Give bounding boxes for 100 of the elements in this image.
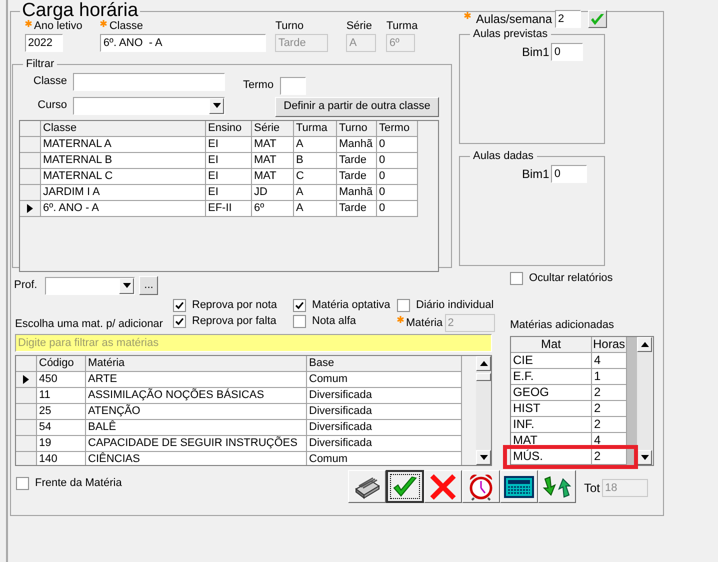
filter-field[interactable]: Digite para filtrar as matérias xyxy=(15,334,492,352)
checkbox-label: Nota alfa xyxy=(312,314,356,329)
text-field[interactable]: 2022 xyxy=(25,34,63,52)
down-arrow-icon xyxy=(480,455,488,460)
dropdown-field[interactable] xyxy=(45,276,136,294)
table-cell: EF-II xyxy=(206,200,252,216)
scroll-thumb[interactable] xyxy=(476,373,491,381)
table-cell: E.F. xyxy=(511,368,592,384)
table-cell: CIE xyxy=(511,352,592,368)
table-cell: B xyxy=(294,152,337,168)
group-title: Aulas previstas xyxy=(472,27,549,42)
table-cell: ASSIMILAÇÃO NOÇÕES BÁSICAS xyxy=(86,388,307,404)
table-cell: Tarde xyxy=(337,152,377,168)
table-cell: 2 xyxy=(592,448,627,464)
scroll-down-button[interactable] xyxy=(476,450,491,465)
text-field[interactable] xyxy=(73,72,225,90)
swap-arrows-icon xyxy=(542,474,572,498)
scrollbar[interactable] xyxy=(476,356,491,465)
table-cell: 0 xyxy=(377,200,418,216)
checkbox[interactable] xyxy=(293,298,306,312)
table-cell: Diversificada xyxy=(307,436,462,452)
field-label: Turno xyxy=(275,18,304,34)
scroll-up-button[interactable] xyxy=(476,356,491,371)
text-field[interactable]: 6º. ANO - A xyxy=(100,34,266,52)
field-label: Aulas/semana xyxy=(476,11,552,28)
checkbox[interactable] xyxy=(397,298,410,312)
table-cell: MATERNAL A xyxy=(41,136,206,152)
apply-button[interactable] xyxy=(588,10,607,28)
field-label: Série xyxy=(346,18,372,34)
table-cell: 4 xyxy=(592,352,627,368)
checkbox[interactable] xyxy=(16,476,29,490)
column-header[interactable]: Termo xyxy=(377,120,418,136)
row-header[interactable] xyxy=(20,200,41,216)
up-arrow-icon xyxy=(480,361,488,366)
table-cell: ARTE xyxy=(86,372,307,388)
browse-button[interactable]: ... xyxy=(139,276,158,295)
row-pointer-icon xyxy=(27,204,33,212)
table-cell: CAPACIDADE DE SEGUIR INSTRUÇÕES xyxy=(86,436,307,452)
table-cell: 450 xyxy=(37,372,86,388)
checkbox-label: Ocultar relatórios xyxy=(529,270,613,286)
table-cell: JARDIM I A xyxy=(41,184,206,200)
scroll-down-button[interactable] xyxy=(637,450,652,464)
field-label: Classe xyxy=(32,74,67,90)
checkbox[interactable] xyxy=(173,314,186,328)
table-cell: EI xyxy=(206,152,252,168)
column-header[interactable]: Turno xyxy=(337,120,377,136)
table-cell: 54 xyxy=(37,420,86,436)
column-header[interactable]: Turma xyxy=(294,120,337,136)
checkbox[interactable] xyxy=(173,298,186,312)
checkbox[interactable] xyxy=(293,314,306,328)
down-arrow-icon xyxy=(640,454,648,460)
table-cell: Diversificada xyxy=(307,404,462,420)
check-icon xyxy=(392,474,418,498)
text-field[interactable] xyxy=(280,76,306,94)
column-header[interactable]: Mat xyxy=(511,336,592,352)
field-label: Prof. xyxy=(14,278,38,294)
checkbox-label: Reprova por falta xyxy=(192,314,276,329)
column-header[interactable]: Ensino xyxy=(206,120,252,136)
checkbox-label: Matéria optativa xyxy=(312,298,390,313)
toolbar-button[interactable] xyxy=(386,470,424,503)
close-icon xyxy=(429,472,457,500)
column-header[interactable]: Classe xyxy=(41,120,206,136)
dropdown-button[interactable] xyxy=(209,98,224,114)
table-cell: Manhã xyxy=(337,136,377,152)
field-label: Bim1 xyxy=(522,166,550,182)
dropdown-field[interactable] xyxy=(73,96,225,114)
text-field[interactable]: 0 xyxy=(551,42,584,60)
alarm-clock-icon xyxy=(468,472,494,500)
table-cell: MÚS. xyxy=(511,448,592,464)
dropdown-button[interactable] xyxy=(119,278,134,294)
checkbox[interactable] xyxy=(510,272,523,284)
column-header[interactable]: Série xyxy=(252,120,294,136)
field-label: Ano letivo xyxy=(34,20,82,34)
define-button[interactable]: Definir a partir de outra classe xyxy=(275,96,439,116)
text-field[interactable]: 0 xyxy=(551,164,588,182)
row-pointer-icon xyxy=(23,375,29,384)
column-header[interactable]: Código xyxy=(37,356,86,372)
table-cell: 6º. ANO - A xyxy=(41,200,206,216)
scroll-up-button[interactable] xyxy=(637,336,652,352)
table-cell: Comum xyxy=(307,372,462,388)
column-header[interactable]: Base xyxy=(307,356,462,372)
text-field[interactable]: 2 xyxy=(555,10,581,28)
checkbox-label: Frente da Matéria xyxy=(35,476,122,491)
table-cell: 19 xyxy=(37,436,86,452)
down-arrow-icon xyxy=(212,103,220,108)
column-header[interactable]: Matéria xyxy=(86,356,307,372)
table-cell: Diversificada xyxy=(307,388,462,404)
table-cell: MATERNAL C xyxy=(41,168,206,184)
table-cell: EI xyxy=(206,168,252,184)
scrollbar[interactable] xyxy=(637,336,652,464)
table-cell: EI xyxy=(206,184,252,200)
table-cell: ATENÇÃO xyxy=(86,404,307,420)
table-cell: 11 xyxy=(37,388,86,404)
column-header[interactable]: Horas xyxy=(592,336,627,352)
table-cell: 0 xyxy=(377,136,418,152)
row-header[interactable] xyxy=(16,372,37,388)
table-cell: CIÊNCIAS xyxy=(86,452,307,465)
table-cell: BALÊ xyxy=(86,420,307,436)
table-cell: MATERNAL B xyxy=(41,152,206,168)
group-title: Filtrar xyxy=(25,57,56,72)
